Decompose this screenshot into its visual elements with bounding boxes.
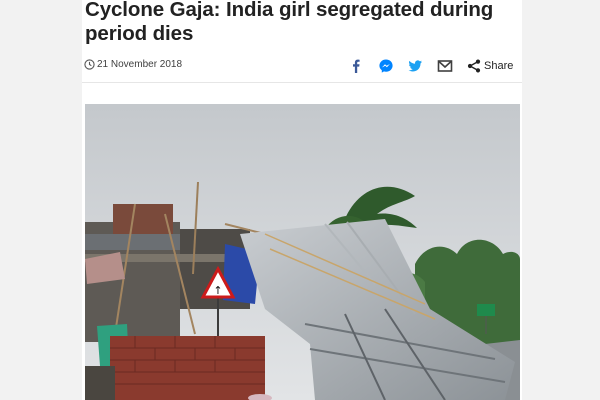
share-icon[interactable] bbox=[467, 59, 481, 73]
email-icon[interactable] bbox=[437, 58, 453, 74]
article-headline: Cyclone Gaja: India girl segregated duri… bbox=[85, 0, 494, 45]
warning-sign-glyph: ↑ bbox=[213, 284, 222, 297]
publish-date: 21 November 2018 bbox=[97, 59, 183, 70]
clock-icon bbox=[84, 59, 95, 70]
share-label[interactable]: Share bbox=[484, 60, 513, 72]
article-photo: ↑ bbox=[85, 104, 520, 400]
facebook-icon[interactable] bbox=[348, 58, 364, 74]
article-page: Cyclone Gaja: India girl segregated duri… bbox=[82, 0, 522, 400]
brick-wall bbox=[110, 336, 265, 400]
twitter-icon[interactable] bbox=[407, 58, 423, 74]
messenger-icon[interactable] bbox=[378, 58, 394, 74]
road-sign-green bbox=[477, 304, 495, 316]
share-bar: Share bbox=[342, 57, 517, 73]
divider bbox=[82, 82, 522, 83]
article-meta: 21 November 2018 Share bbox=[82, 56, 522, 76]
cyclone-damage-image: ↑ bbox=[85, 104, 520, 400]
